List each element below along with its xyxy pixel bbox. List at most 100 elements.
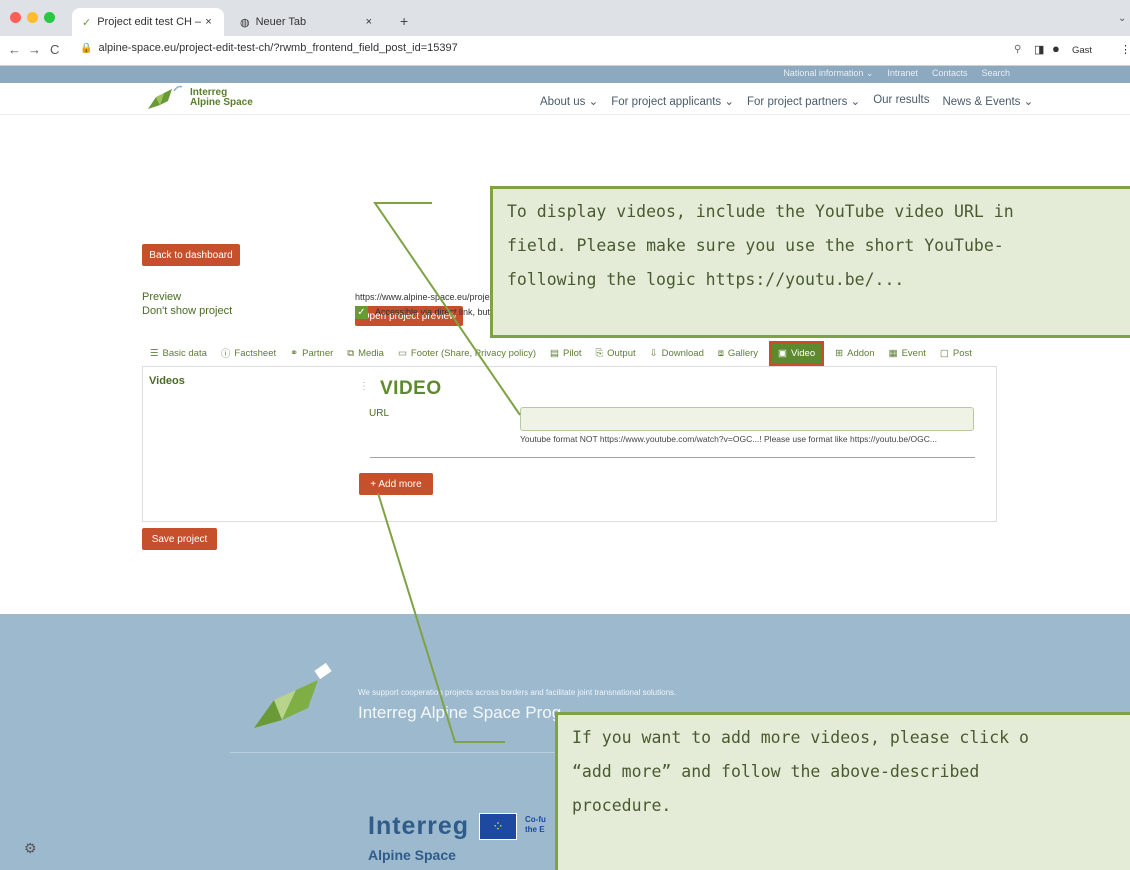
zoom-icon[interactable]: ⚲: [1014, 44, 1021, 55]
callout-add-more: If you want to add more videos, please c…: [555, 712, 1130, 870]
dont-show-label: Don't show project: [142, 305, 233, 317]
menu-icon[interactable]: ⋮: [1120, 43, 1130, 56]
top-link-national[interactable]: National information ⌄: [783, 68, 873, 79]
callout-top-line3: following the logic https://youtu.be/...: [507, 270, 905, 289]
nav-partners[interactable]: For project partners ⌄: [747, 94, 860, 108]
top-link-search[interactable]: Search: [981, 68, 1010, 79]
add-more-button[interactable]: + Add more: [359, 473, 433, 495]
tab-label: Event: [901, 347, 926, 359]
tab-basic-data[interactable]: ☰ Basic data: [150, 348, 207, 359]
tab-title: Neuer Tab: [255, 16, 307, 28]
tab-label: Post: [952, 347, 972, 359]
list-icon: ☰: [150, 347, 159, 359]
profile-avatar-icon[interactable]: ●: [1052, 41, 1060, 56]
video-icon: ▣: [778, 347, 787, 359]
browser-chrome: ✓ Project edit test CH – Alpine Sp × ◍ N…: [0, 0, 1130, 66]
nav-results[interactable]: Our results: [873, 94, 929, 108]
tab-label: Gallery: [727, 347, 759, 359]
tab-pilot[interactable]: ▤ Pilot: [550, 348, 581, 359]
pilot-icon: ▤: [550, 347, 560, 359]
tab-video[interactable]: ▣ Video: [769, 340, 825, 366]
new-tab-button[interactable]: +: [400, 13, 408, 29]
cofund-text: Co-fu the E: [525, 815, 546, 835]
video-heading: VIDEO: [380, 378, 442, 399]
preview-url[interactable]: https://www.alpine-space.eu/project: [355, 292, 497, 302]
callout-bottom-line2: “add more” and follow the above-describe…: [572, 762, 980, 781]
footer-tagline: We support cooperation projects across b…: [358, 688, 677, 697]
gear-icon[interactable]: ⚙: [24, 840, 42, 858]
reload-icon[interactable]: C: [50, 42, 59, 57]
url-field[interactable]: 🔒 alpine-space.eu/project-edit-test-ch/?r…: [80, 42, 458, 54]
sidepanel-icon[interactable]: ◨: [1034, 43, 1044, 56]
top-link-contacts[interactable]: Contacts: [932, 68, 968, 79]
cofund-line1: Co-fu: [525, 815, 546, 824]
tab-label: Download: [661, 347, 704, 359]
footer-icon: ▭: [397, 347, 407, 359]
tab-label: Factsheet: [234, 347, 277, 359]
forward-arrow-icon[interactable]: →: [28, 42, 41, 57]
tab-label: Basic data: [162, 347, 207, 359]
media-icon: ⧉: [347, 347, 355, 359]
url-format-hint: Youtube format NOT https://www.youtube.c…: [520, 434, 937, 444]
minimize-window-button[interactable]: [27, 12, 38, 23]
tab-footer[interactable]: ▭ Footer (Share, Privacy policy): [398, 348, 536, 359]
tab-post[interactable]: ▢ Post: [940, 348, 972, 359]
video-url-input[interactable]: [520, 407, 974, 431]
tab-event[interactable]: ▦ Event: [889, 348, 926, 359]
back-arrow-icon[interactable]: ←: [8, 42, 21, 57]
alpine-space-brand: Alpine Space: [368, 847, 456, 863]
tab-gallery[interactable]: ⧈ Gallery: [718, 348, 758, 359]
address-bar: ← → C 🔒 alpine-space.eu/project-edit-test…: [0, 36, 1130, 66]
globe-icon: ◍: [240, 16, 250, 29]
nav-news[interactable]: News & Events ⌄: [942, 94, 1033, 108]
chevron-down-icon[interactable]: ⌄: [1118, 13, 1126, 24]
tab-addon[interactable]: ⊞ Addon: [835, 348, 874, 359]
drag-handle-icon[interactable]: ⋮: [359, 381, 369, 392]
download-icon: ⇩: [649, 347, 658, 359]
top-navigation: National information ⌄ Intranet Contacts…: [783, 68, 1010, 79]
output-icon: ⎘: [595, 347, 604, 359]
divider: [370, 457, 975, 458]
calendar-icon: ▦: [888, 347, 898, 359]
footer-title: Interreg Alpine Space Prog: [358, 703, 562, 722]
nav-about[interactable]: About us ⌄: [540, 94, 598, 108]
browser-tab-new[interactable]: ◍ Neuer Tab ×: [230, 8, 390, 36]
close-window-button[interactable]: [10, 12, 21, 23]
tab-title: Project edit test CH – Alpine Sp: [97, 16, 202, 28]
accessible-checkbox[interactable]: ✓: [355, 306, 368, 319]
post-icon: ▢: [939, 347, 949, 359]
tab-label: Media: [358, 347, 384, 359]
maximize-window-button[interactable]: [44, 12, 55, 23]
project-tabs: ☰ Basic data ⓘ Factsheet ⚭ Partner ⧉ Media ▭…: [142, 340, 1002, 366]
gallery-icon: ⧈: [717, 347, 724, 359]
callout-bottom-line1: If you want to add more videos, please c…: [572, 728, 1029, 747]
tab-download[interactable]: ⇩ Download: [650, 348, 704, 359]
preview-label: Preview: [142, 291, 182, 303]
site-logo[interactable]: Interreg Alpine Space: [146, 85, 253, 111]
addon-icon: ⊞: [835, 347, 844, 359]
lock-icon: 🔒: [80, 43, 93, 54]
tab-label: Addon: [847, 347, 875, 359]
interreg-logo-icon: [148, 85, 183, 109]
top-link-intranet[interactable]: Intranet: [887, 68, 918, 79]
back-to-dashboard-button[interactable]: Back to dashboard: [142, 244, 240, 266]
site-header: Interreg Alpine Space About us ⌄ For pro…: [0, 83, 1130, 115]
nav-applicants[interactable]: For project applicants ⌄: [611, 94, 734, 108]
callout-top-line2: field. Please make sure you use the shor…: [507, 236, 1004, 255]
profile-name[interactable]: Gast: [1072, 45, 1092, 56]
callout-video-url: To display videos, include the YouTube v…: [490, 186, 1130, 338]
cofund-line2: the E: [525, 825, 545, 834]
tab-media[interactable]: ⧉ Media: [347, 348, 384, 359]
alpine-favicon-icon: ✓: [82, 16, 92, 29]
tab-close-icon[interactable]: ×: [366, 16, 372, 28]
interreg-brand: Interreg: [368, 812, 470, 840]
save-project-button[interactable]: Save project: [142, 528, 217, 550]
tab-factsheet[interactable]: ⓘ Factsheet: [221, 346, 277, 361]
url-label: URL: [369, 408, 390, 419]
tab-label: Pilot: [563, 347, 582, 359]
tab-output[interactable]: ⎘ Output: [596, 348, 636, 359]
tab-partner[interactable]: ⚭ Partner: [290, 348, 333, 359]
browser-tab-project[interactable]: ✓ Project edit test CH – Alpine Sp ×: [72, 8, 224, 36]
videos-label: Videos: [149, 375, 185, 387]
tab-close-icon[interactable]: ×: [205, 16, 211, 28]
